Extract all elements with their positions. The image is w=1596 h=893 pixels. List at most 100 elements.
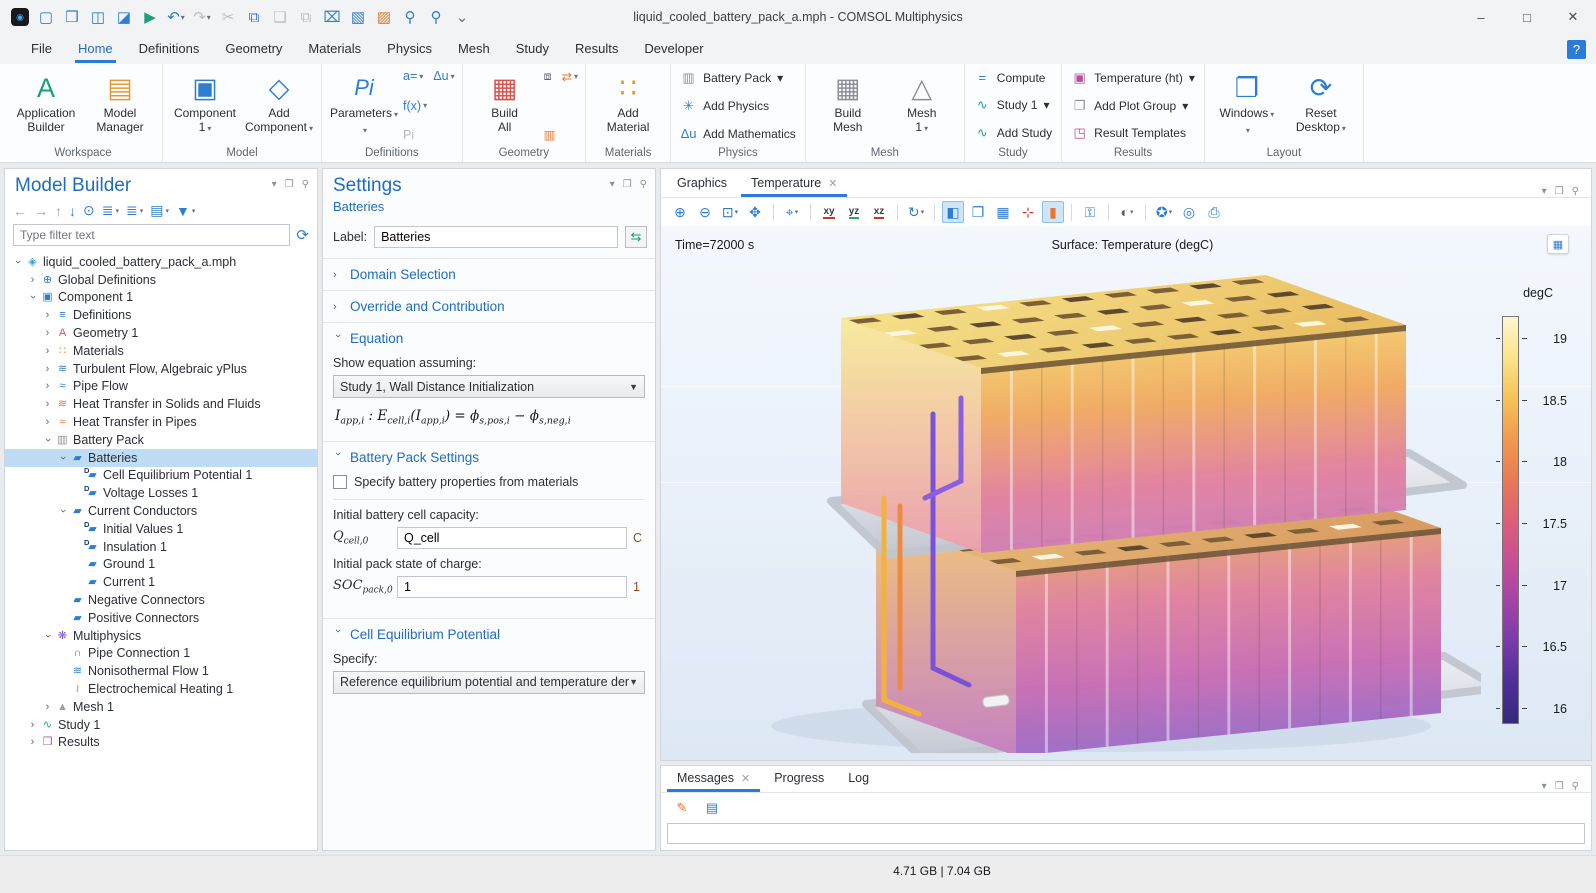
scene-light-icon[interactable]: ◐▾ bbox=[1116, 201, 1138, 223]
transparency-icon[interactable]: ❐ bbox=[967, 201, 989, 223]
axis-orientation-icon[interactable]: ⊹ bbox=[1017, 201, 1039, 223]
tree-expander-icon[interactable]: › bbox=[41, 701, 54, 713]
tree-expander-icon[interactable]: › bbox=[26, 719, 39, 731]
clear-messages-icon[interactable]: ✎ bbox=[671, 797, 693, 819]
panel-pin-icon[interactable]: ⚲ bbox=[302, 179, 309, 190]
add-material-button[interactable]: ∷AddMaterial bbox=[591, 67, 665, 146]
result-templates-button[interactable]: ◳Result Templates bbox=[1071, 125, 1195, 141]
tree-item-initial-values[interactable]: ▰DInitial Values 1 bbox=[5, 520, 317, 538]
maximize-button[interactable]: □ bbox=[1504, 0, 1550, 34]
panel-menu-icon[interactable]: ▾ bbox=[1542, 781, 1547, 792]
tree-item-positive-connectors[interactable]: ▰Positive Connectors bbox=[5, 609, 317, 627]
panel-pin-icon[interactable]: ⚲ bbox=[640, 179, 647, 190]
field-input-1[interactable] bbox=[397, 576, 627, 598]
redo-icon[interactable]: ↷▾ bbox=[190, 5, 214, 29]
work-plane-icon[interactable]: ▥ bbox=[544, 127, 578, 142]
clear-selection-icon[interactable]: ▨ bbox=[372, 5, 396, 29]
message-table-icon[interactable]: ▤ bbox=[701, 797, 723, 819]
tree-item-global-definitions[interactable]: ›⊕Global Definitions bbox=[5, 271, 317, 289]
panel-float-icon[interactable]: ❒ bbox=[1555, 186, 1564, 197]
close-icon[interactable]: ✕ bbox=[741, 772, 750, 785]
equation-assumption-dropdown[interactable]: Study 1, Wall Distance Initialization▼ bbox=[333, 375, 645, 398]
tree-item-cell-equilibrium-potential[interactable]: ▰DCell Equilibrium Potential 1 bbox=[5, 467, 317, 485]
tree-item-voltage-losses[interactable]: ▰DVoltage Losses 1 bbox=[5, 484, 317, 502]
back-icon[interactable]: ← bbox=[13, 203, 27, 219]
reset-desktop-button[interactable]: ⟳ResetDesktop▾ bbox=[1284, 67, 1358, 146]
refresh-icon[interactable]: ⟳ bbox=[296, 226, 309, 244]
tree-item-pipe-flow[interactable]: ›≈Pipe Flow bbox=[5, 378, 317, 396]
qat-customize-icon[interactable]: ⌄ bbox=[450, 5, 474, 29]
close-button[interactable]: ✕ bbox=[1550, 0, 1596, 34]
environment-reflections-icon[interactable]: ✪▾ bbox=[1153, 201, 1175, 223]
menu-physics[interactable]: Physics bbox=[374, 36, 445, 63]
add-mathematics-button[interactable]: ΔuAdd Mathematics bbox=[680, 126, 796, 141]
tree-expander-icon[interactable]: › bbox=[26, 274, 39, 286]
variables-button[interactable]: a=▾ bbox=[403, 69, 423, 83]
build-mesh-button[interactable]: ▦BuildMesh bbox=[811, 67, 885, 146]
undo-icon[interactable]: ↶▾ bbox=[164, 5, 188, 29]
panel-pin-icon[interactable]: ⚲ bbox=[1572, 781, 1579, 792]
cut-icon[interactable]: ✂ bbox=[216, 5, 240, 29]
compute-button[interactable]: =Compute bbox=[974, 70, 1052, 85]
panel-float-icon[interactable]: ❒ bbox=[1555, 781, 1564, 792]
rename-icon[interactable]: ⇆ bbox=[625, 226, 647, 248]
menu-developer[interactable]: Developer bbox=[631, 36, 716, 63]
tree-item-study[interactable]: ›∿Study 1 bbox=[5, 716, 317, 734]
move-up-icon[interactable]: ↑ bbox=[55, 203, 62, 219]
zoom-box-icon[interactable]: ⊡▾ bbox=[719, 201, 741, 223]
tree-expander-icon[interactable]: › bbox=[41, 398, 54, 410]
help-button[interactable]: ? bbox=[1567, 40, 1586, 59]
expand-all-icon[interactable]: ≣▾ bbox=[102, 202, 119, 219]
rotate-view-icon[interactable]: ↻▾ bbox=[905, 201, 927, 223]
tree-item-insulation[interactable]: ▰DInsulation 1 bbox=[5, 538, 317, 556]
tree-expander-icon[interactable]: › bbox=[41, 380, 54, 392]
tree-expander-icon[interactable]: › bbox=[41, 327, 54, 339]
battery-pack-dropdown[interactable]: ▥Battery Pack▾ bbox=[680, 70, 796, 86]
color-legend-icon[interactable]: ▮ bbox=[1042, 201, 1064, 223]
tree-item-multiphysics[interactable]: ›❋Multiphysics bbox=[5, 627, 317, 645]
mesh-1-button[interactable]: △Mesh1▾ bbox=[885, 67, 959, 146]
graphics-tab-temperature[interactable]: Temperature✕ bbox=[739, 170, 849, 197]
menu-home[interactable]: Home bbox=[65, 36, 126, 63]
tree-item-current-conductors-folder[interactable]: ›▰Current Conductors bbox=[5, 502, 317, 520]
section-header-battery[interactable]: ›Battery Pack Settings bbox=[323, 442, 655, 473]
new-file-icon[interactable]: ▢ bbox=[34, 5, 58, 29]
print-icon[interactable]: ⎙ bbox=[1203, 201, 1225, 223]
duplicate-icon[interactable]: ⧉ bbox=[294, 5, 318, 29]
materials-properties-checkbox-row[interactable]: Specify battery properties from material… bbox=[333, 473, 645, 500]
add-physics-button[interactable]: ✳Add Physics bbox=[680, 98, 796, 114]
tree-item-turbulent-flow[interactable]: ›≋Turbulent Flow, Algebraic yPlus bbox=[5, 360, 317, 378]
functions-button[interactable]: f(x)▾ bbox=[403, 99, 455, 113]
tree-item-component[interactable]: ›▣Component 1 bbox=[5, 289, 317, 307]
panel-menu-icon[interactable]: ▾ bbox=[1542, 186, 1547, 197]
model-tree-nodes-icon[interactable]: ▤▾ bbox=[150, 202, 169, 219]
application-builder-button[interactable]: AApplicationBuilder bbox=[9, 67, 83, 146]
tree-expander-icon[interactable]: › bbox=[41, 630, 54, 642]
section-header-cep[interactable]: ›Cell Equilibrium Potential bbox=[323, 619, 655, 650]
filter-input[interactable] bbox=[13, 224, 290, 246]
material-color-icon[interactable]: ◧ bbox=[942, 201, 964, 223]
view-xz-icon[interactable]: xz bbox=[868, 201, 890, 223]
panel-pin-icon[interactable]: ⚲ bbox=[1572, 186, 1579, 197]
messages-tab-progress[interactable]: Progress bbox=[762, 765, 836, 792]
menu-file[interactable]: File bbox=[18, 36, 65, 63]
tree-expander-icon[interactable]: › bbox=[56, 452, 69, 464]
tree-expander-icon[interactable]: › bbox=[56, 505, 69, 517]
menu-study[interactable]: Study bbox=[503, 36, 562, 63]
menu-materials[interactable]: Materials bbox=[295, 36, 374, 63]
show-icon[interactable]: ⊙ bbox=[83, 202, 95, 219]
panel-float-icon[interactable]: ❒ bbox=[285, 179, 294, 190]
graphics-viewport[interactable]: Time=72000 s Surface: Temperature (degC)… bbox=[661, 226, 1591, 760]
delete-icon[interactable]: ⌧ bbox=[320, 5, 344, 29]
tree-expander-icon[interactable]: › bbox=[26, 736, 39, 748]
comsol-logo-icon[interactable]: ◉ bbox=[8, 5, 32, 29]
snapshot-camera-icon[interactable]: ◎ bbox=[1178, 201, 1200, 223]
build-all-button[interactable]: ▦BuildAll bbox=[468, 67, 542, 146]
views-icon[interactable]: ⚲ bbox=[424, 5, 448, 29]
menu-mesh[interactable]: Mesh bbox=[445, 36, 503, 63]
forward-icon[interactable]: → bbox=[34, 203, 48, 219]
paste-icon[interactable]: ❑ bbox=[268, 5, 292, 29]
find-icon[interactable]: ⚲ bbox=[398, 5, 422, 29]
insert-sequence-icon[interactable]: ⧈ bbox=[544, 69, 552, 84]
tree-item-mph-file[interactable]: ›◈liquid_cooled_battery_pack_a.mph bbox=[5, 253, 317, 271]
